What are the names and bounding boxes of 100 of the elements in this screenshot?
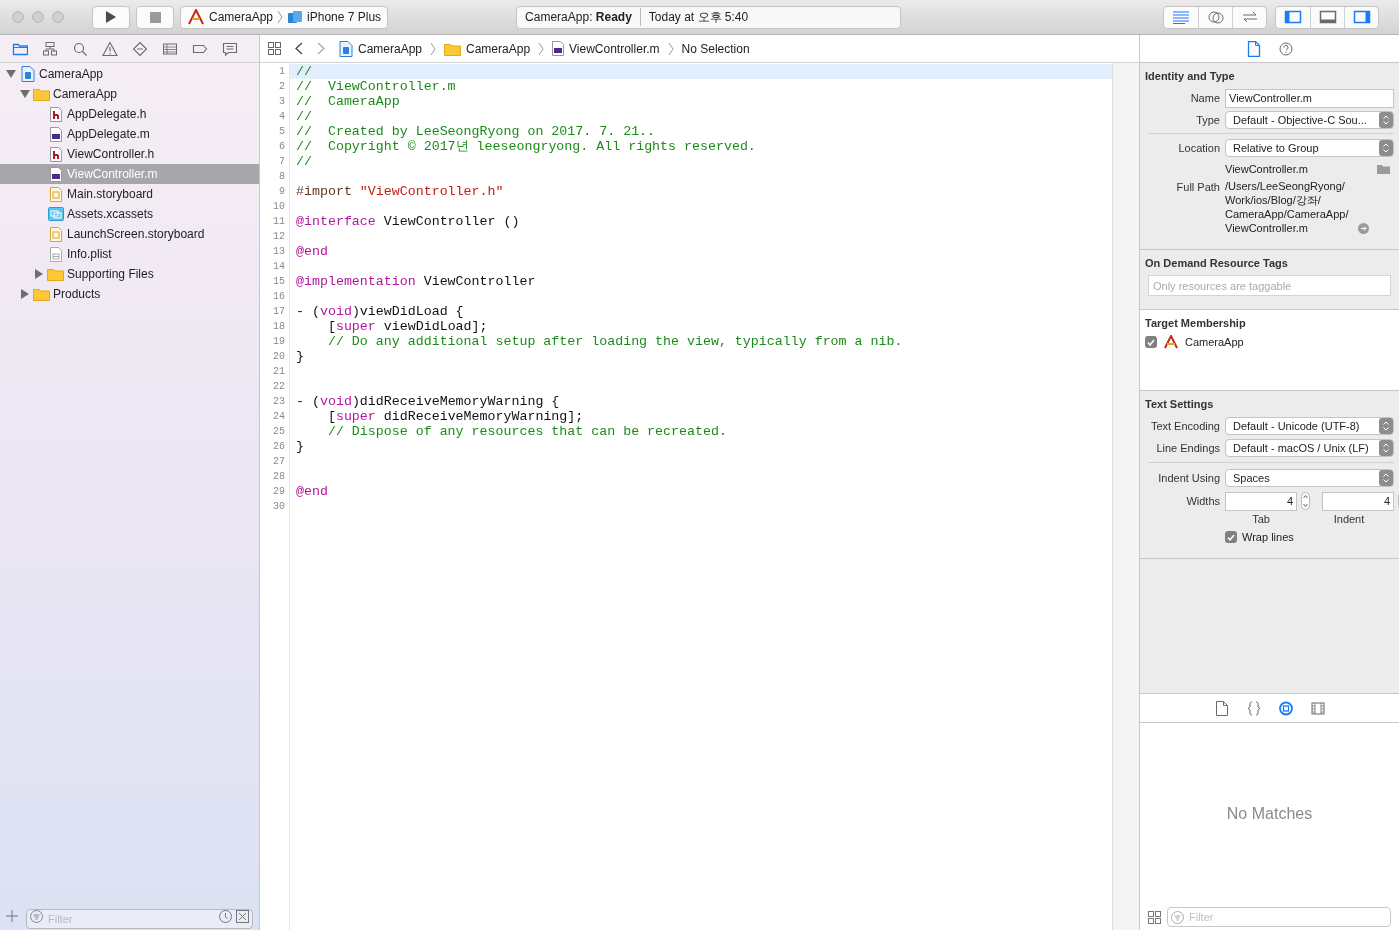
disclosure-triangle-icon[interactable] xyxy=(21,289,29,299)
field-label: Full Path xyxy=(1176,180,1220,195)
text-field[interactable]: 4 xyxy=(1225,491,1297,511)
breadcrumb[interactable]: ViewController.m xyxy=(552,39,660,58)
code-line: // Copyright © 2017년 leeseongryong. All rights reserved. xyxy=(296,139,756,154)
popup-button[interactable]: Spaces xyxy=(1225,469,1394,487)
file-tree-item[interactable]: Assets.xcassets xyxy=(0,204,259,224)
film-strip-library-tab[interactable] xyxy=(1309,700,1326,716)
stop-button[interactable] xyxy=(136,5,174,29)
text-field[interactable]: 4 xyxy=(1322,491,1394,511)
code-line: } xyxy=(296,439,304,454)
file-template-library-tab[interactable] xyxy=(1213,700,1230,716)
file-tree-item[interactable]: Info.plist xyxy=(0,244,259,264)
code-line: // xyxy=(296,154,312,169)
hierarchy-icon xyxy=(42,40,58,57)
popup-button[interactable]: Relative to Group xyxy=(1225,139,1394,157)
device-name: iPhone 7 Plus xyxy=(307,9,382,26)
stepper-arrows-icon xyxy=(1379,418,1393,434)
file-tree-item[interactable]: Supporting Files xyxy=(0,264,259,284)
right-panel-icon xyxy=(1352,10,1371,24)
breadcrumb[interactable]: CameraApp xyxy=(339,39,423,58)
run-button[interactable] xyxy=(92,5,130,29)
add-icon[interactable] xyxy=(6,910,18,922)
field-label: Widths xyxy=(1186,493,1220,509)
line-number: 2 xyxy=(278,80,286,94)
file-tree-item[interactable]: LaunchScreen.storyboard xyxy=(0,224,259,244)
file-tree-item[interactable]: Main.storyboard xyxy=(0,184,259,204)
object-circle-library-tab[interactable] xyxy=(1277,700,1294,716)
reveal-arrow-icon[interactable] xyxy=(1358,223,1369,234)
disclosure-triangle-icon[interactable] xyxy=(20,90,30,98)
stepper-arrows-icon xyxy=(1379,470,1393,486)
warning-icon xyxy=(102,40,118,57)
project-file-icon xyxy=(20,66,35,82)
popup-button[interactable]: Default - macOS / Unix (LF) xyxy=(1225,439,1394,457)
braces-library-tab[interactable] xyxy=(1245,700,1262,716)
popup-button[interactable]: Default - Objective-C Sou... xyxy=(1225,111,1394,129)
disclosure-triangle-icon[interactable] xyxy=(6,70,16,78)
search-icon xyxy=(72,40,88,57)
breadcrumb[interactable]: No Selection xyxy=(681,39,750,58)
code-line: // CameraApp xyxy=(296,94,400,109)
filter-field[interactable]: Filter xyxy=(26,909,253,929)
section-title: Text Settings xyxy=(1145,397,1215,412)
grid-view-icon[interactable] xyxy=(1148,910,1161,924)
text-field[interactable]: ViewController.m xyxy=(1225,88,1394,108)
file-tree-item[interactable]: Products xyxy=(0,284,259,304)
file-tree-item[interactable]: AppDelegate.m xyxy=(0,124,259,144)
line-number: 22 xyxy=(272,380,286,394)
line-number: 20 xyxy=(272,350,286,364)
plist-file-icon xyxy=(49,246,62,262)
checkbox[interactable] xyxy=(1145,336,1157,348)
file-tree-item[interactable]: ViewController.h xyxy=(0,144,259,164)
device-icon xyxy=(287,10,304,24)
file-icon xyxy=(1246,40,1261,57)
scm-filter-icon[interactable] xyxy=(236,909,249,923)
stepper-arrows-icon xyxy=(1379,140,1393,156)
stepper-arrows-icon xyxy=(1379,112,1393,128)
help-icon xyxy=(1278,40,1293,57)
back-icon[interactable] xyxy=(295,42,303,55)
section-title: Target Membership xyxy=(1145,316,1247,331)
chevron-icon xyxy=(277,10,284,24)
file-tree-item[interactable]: CameraApp xyxy=(0,84,259,104)
stepper-icon[interactable] xyxy=(1301,492,1310,510)
object-circle-icon xyxy=(1278,700,1293,716)
text-lines-icon xyxy=(1172,10,1190,24)
folder-icon[interactable] xyxy=(1377,164,1390,174)
code-line: // Do any additional setup after loading the view, typically from a nib. xyxy=(326,334,903,349)
line-number: 13 xyxy=(272,245,286,259)
scheme-selector[interactable]: CameraApp iPhone 7 Plus xyxy=(180,5,389,29)
source-file-icon xyxy=(49,126,62,142)
folder-icon xyxy=(33,287,50,301)
list-lines-icon xyxy=(162,40,178,57)
line-number: 28 xyxy=(272,470,286,484)
line-number: 18 xyxy=(272,320,286,334)
tags-field[interactable]: Only resources are taggable xyxy=(1148,275,1391,296)
chevron-icon xyxy=(538,41,545,56)
file-tree-item[interactable]: AppDelegate.h xyxy=(0,104,259,124)
checkmark-icon xyxy=(1227,533,1235,541)
line-number: 6 xyxy=(278,140,286,154)
line-number: 8 xyxy=(278,170,286,184)
help-inspector-tab[interactable] xyxy=(1276,39,1295,58)
popup-button[interactable]: Default - Unicode (UTF-8) xyxy=(1225,417,1394,435)
forward-icon[interactable] xyxy=(317,42,325,55)
diamond-icon xyxy=(132,40,148,57)
related-items-icon[interactable] xyxy=(268,42,281,55)
line-number: 3 xyxy=(278,95,286,109)
filter-field[interactable]: Filter xyxy=(1167,907,1391,927)
breadcrumb[interactable]: CameraApp xyxy=(444,39,531,58)
field-label: Indent xyxy=(1332,511,1366,527)
file-tree-item[interactable]: CameraApp xyxy=(0,64,259,84)
clock-icon[interactable] xyxy=(219,909,232,923)
code-line: #import "ViewController.h" xyxy=(296,184,504,199)
code-line: @end xyxy=(296,244,328,259)
field-label: Type xyxy=(1196,112,1220,128)
line-number: 21 xyxy=(272,365,286,379)
disclosure-triangle-icon[interactable] xyxy=(35,269,43,279)
checkbox[interactable] xyxy=(1225,531,1237,543)
code-line: // Created by LeeSeongRyong on 2017. 7. 21.. xyxy=(296,124,656,139)
section-title: Identity and Type xyxy=(1145,69,1236,84)
line-number: 5 xyxy=(278,125,286,139)
code-line: [super didReceiveMemoryWarning]; xyxy=(326,409,584,424)
